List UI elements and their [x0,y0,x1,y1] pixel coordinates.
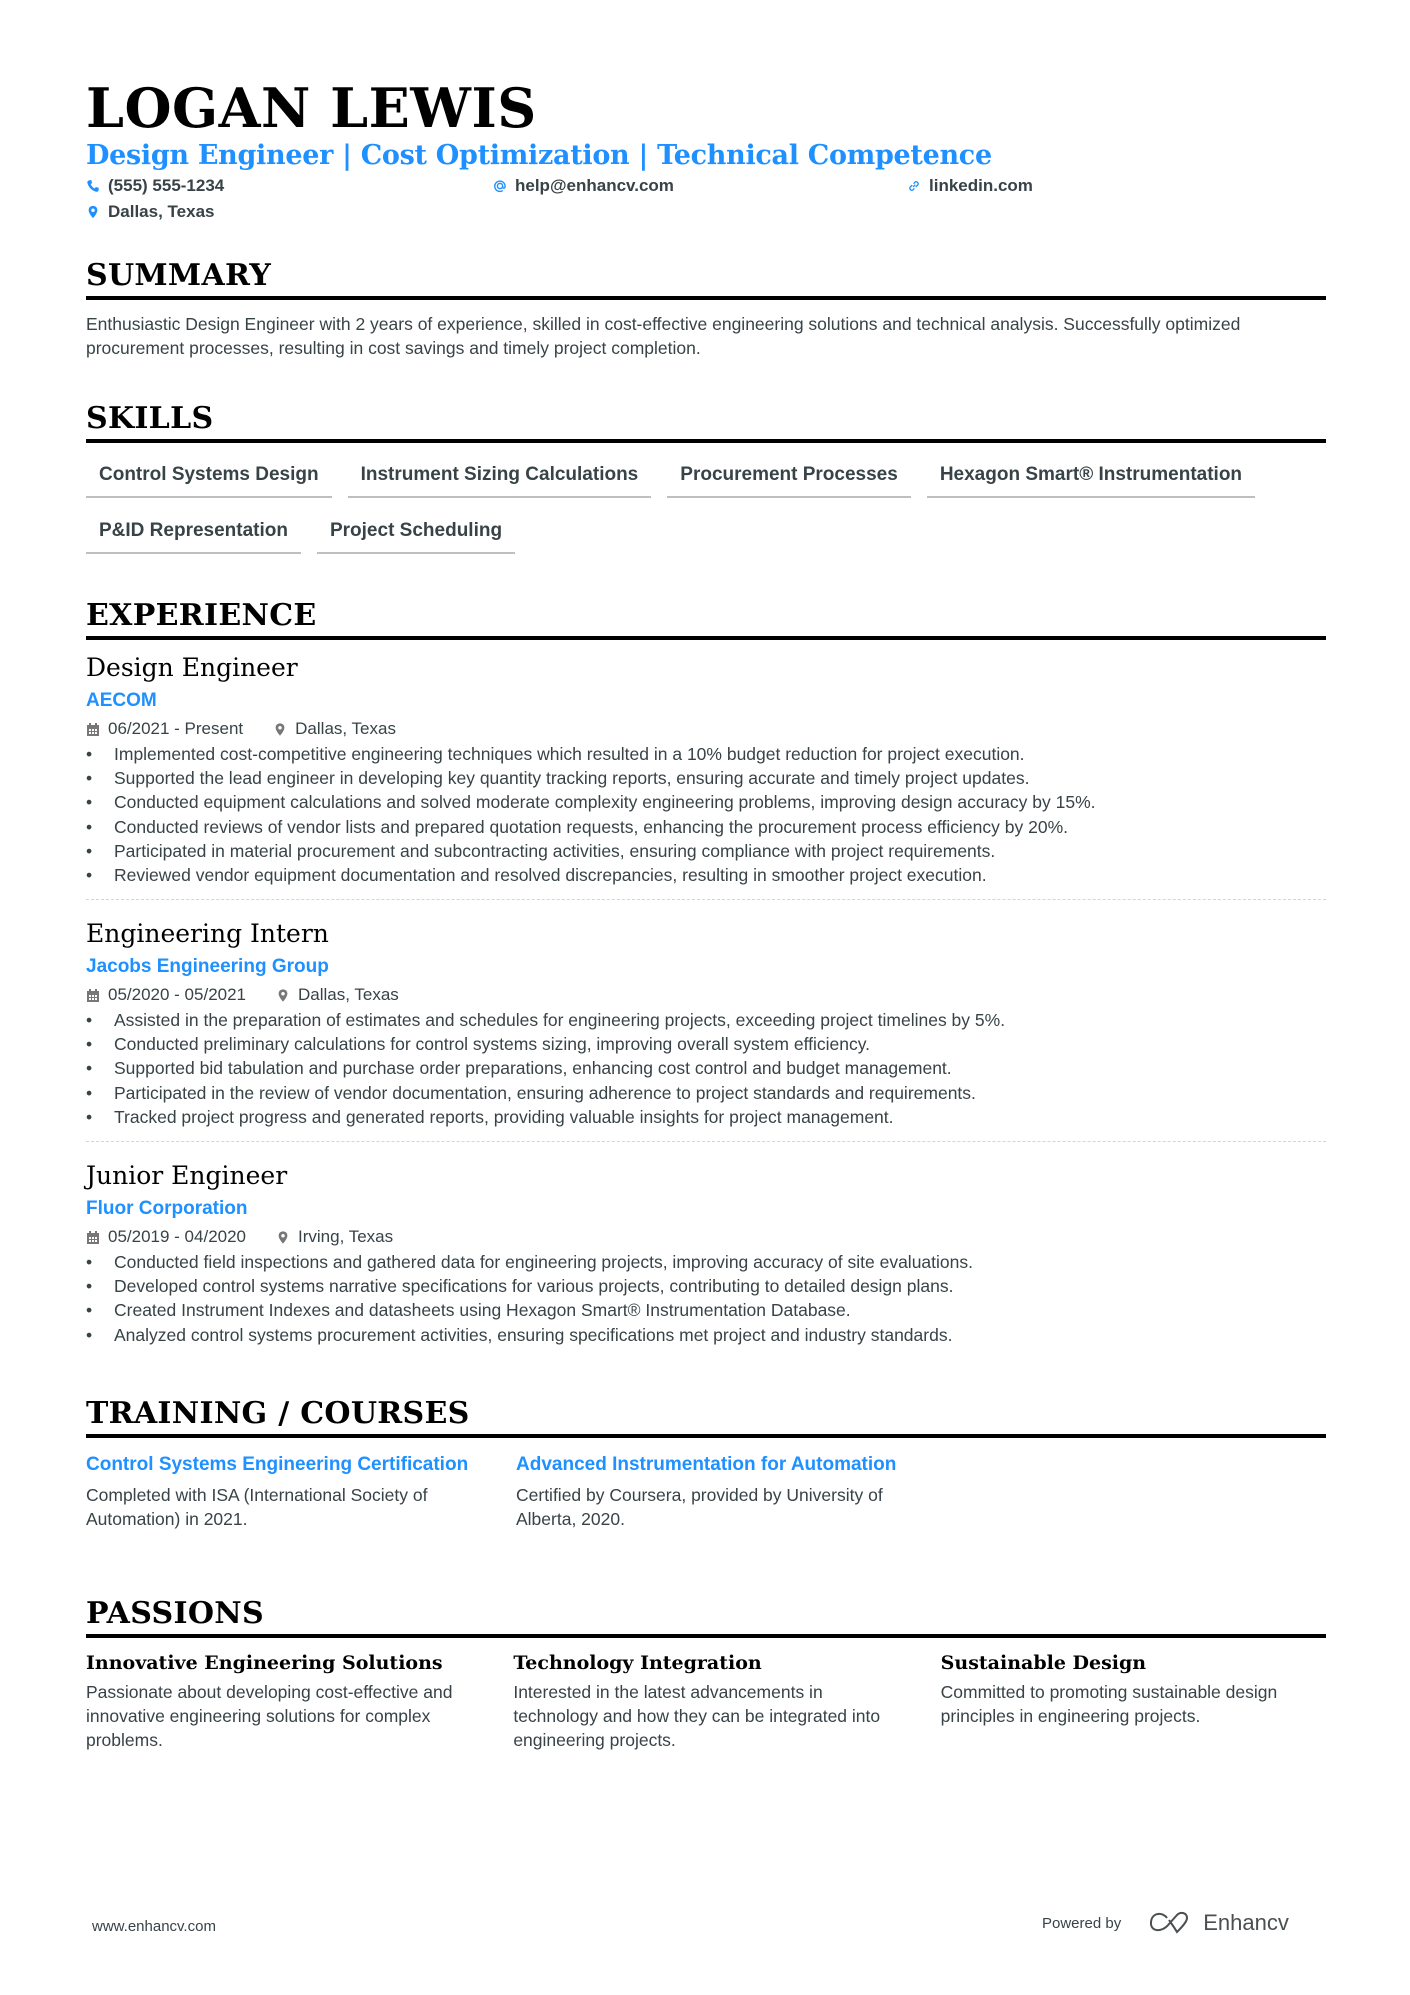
skill-tag: Control Systems Design [86,458,332,498]
calendar-icon [87,722,99,736]
course-title: Advanced Instrumentation for Automation [516,1454,897,1475]
job-bullet: Supported the lead engineer in developin… [86,766,1326,790]
experience-entry: Design Engineer AECOM 06/2021 - Present … [86,652,1326,901]
job-location: Dallas, Texas [298,985,399,1004]
email-text: help@enhancv.com [515,176,674,195]
company-name[interactable]: Jacobs Engineering Group [86,953,1326,981]
course-description: Completed with ISA (International Societ… [86,1485,428,1529]
job-bullets: Conducted field inspections and gathered… [86,1250,1326,1347]
job-meta: 05/2020 - 05/2021 Dallas, Texas [86,983,1326,1007]
section-title-experience: EXPERIENCE [86,598,1326,640]
skill-tag: Hexagon Smart® Instrumentation [926,458,1256,498]
job-bullet: Implemented cost-competitive engineering… [86,742,1326,766]
contact-email[interactable]: help@enhancv.com [493,175,674,197]
map-pin-icon [88,205,98,219]
experience-entry: Junior Engineer Fluor Corporation 05/201… [86,1160,1326,1347]
passions-list: Innovative Engineering Solutions Passion… [86,1650,1326,1752]
course-title: Control Systems Engineering Certificatio… [86,1454,469,1475]
footer-powered-by: Powered by Enhancv [1042,1910,1289,1936]
summary-text: Enthusiastic Design Engineer with 2 year… [86,314,1241,358]
passion-title: Sustainable Design [940,1652,1147,1674]
job-dates: 06/2021 - Present [108,719,244,738]
job-bullet: Conducted reviews of vendor lists and pr… [86,815,1326,839]
job-bullet: Assisted in the preparation of estimates… [86,1008,1326,1032]
entry-divider [86,1141,1326,1143]
job-bullet: Participated in material procurement and… [86,839,1326,863]
passion-description: Committed to promoting sustainable desig… [940,1682,1278,1726]
job-bullet: Participated in the review of vendor doc… [86,1081,1326,1105]
section-title-passions: PASSIONS [86,1596,1326,1638]
passion-title: Innovative Engineering Solutions [86,1652,443,1674]
passion-item: Sustainable Design Committed to promotin… [941,1650,1326,1752]
link-icon [909,181,919,191]
job-bullet: Conducted equipment calculations and sol… [86,790,1326,814]
contact-linkedin[interactable]: linkedin.com [907,175,1033,197]
enhancv-logo-icon [1150,1911,1189,1934]
job-bullet: Tracked project progress and generated r… [86,1105,1326,1129]
company-name[interactable]: AECOM [86,687,1326,715]
section-title-training: TRAINING / COURSES [86,1396,1326,1438]
job-meta: 06/2021 - Present Dallas, Texas [86,717,1326,741]
section-title-summary: SUMMARY [86,258,1326,300]
job-bullet: Developed control systems narrative spec… [86,1274,1326,1298]
phone-text: (555) 555-1234 [108,176,225,195]
skill-tag: Project Scheduling [316,514,516,554]
job-title: Design Engineer [86,653,298,682]
contact-phone[interactable]: (555) 555-1234 [86,175,224,197]
brand-name: Enhancv [1203,1910,1289,1935]
passion-description: Passionate about developing cost-effecti… [86,1682,453,1750]
passion-description: Interested in the latest advancements in… [513,1682,881,1750]
course-description: Certified by Coursera, provided by Unive… [516,1485,883,1529]
map-pin-icon [278,1230,288,1244]
section-title-skills: SKILLS [86,401,1326,443]
linkedin-text: linkedin.com [929,176,1033,195]
job-bullet: Created Instrument Indexes and datasheet… [86,1298,1326,1322]
headline: Design Engineer | Cost Optimization | Te… [86,140,992,171]
passion-title: Technology Integration [513,1652,762,1674]
skill-tag: Instrument Sizing Calculations [347,458,652,498]
job-location: Dallas, Texas [295,719,396,738]
footer-website-link[interactable]: www.enhancv.com [92,1918,216,1935]
courses-list: Control Systems Engineering Certificatio… [86,1452,1326,1531]
experience-entry: Engineering Intern Jacobs Engineering Gr… [86,918,1326,1143]
job-dates: 05/2020 - 05/2021 [108,985,247,1004]
map-pin-icon [275,722,285,736]
job-title: Junior Engineer [86,1161,288,1190]
job-bullets: Implemented cost-competitive engineering… [86,742,1326,887]
passion-item: Technology Integration Interested in the… [513,1650,898,1752]
job-bullet: Analyzed control systems procurement act… [86,1323,1326,1347]
course-item: Advanced Instrumentation for Automation … [516,1452,904,1531]
calendar-icon [87,1230,99,1244]
map-pin-icon [278,988,288,1002]
at-icon [494,180,506,193]
job-meta: 05/2019 - 04/2020 Irving, Texas [86,1225,1326,1249]
candidate-name: LOGAN LEWIS [86,76,537,140]
enhancv-brand[interactable]: Enhancv [1147,1910,1289,1936]
location-text: Dallas, Texas [108,202,215,221]
passion-item: Innovative Engineering Solutions Passion… [86,1650,471,1752]
job-bullet: Reviewed vendor equipment documentation … [86,863,1326,887]
company-name[interactable]: Fluor Corporation [86,1195,1326,1223]
course-item: Control Systems Engineering Certificatio… [86,1452,474,1531]
job-bullet: Conducted field inspections and gathered… [86,1250,1326,1274]
job-location: Irving, Texas [298,1227,394,1246]
skill-tag: Procurement Processes [667,458,911,498]
job-bullet: Supported bid tabulation and purchase or… [86,1056,1326,1080]
job-bullet: Conducted preliminary calculations for c… [86,1032,1326,1056]
job-dates: 05/2019 - 04/2020 [108,1227,247,1246]
phone-icon [87,180,99,192]
entry-divider [86,899,1326,901]
skill-tag: P&ID Representation [86,514,301,554]
powered-by-label: Powered by [1042,1914,1122,1932]
skills-list: Control Systems Design Instrument Sizing… [86,458,1326,554]
job-bullets: Assisted in the preparation of estimates… [86,1008,1326,1129]
contact-location: Dallas, Texas [86,201,214,223]
calendar-icon [87,988,99,1002]
job-title: Engineering Intern [86,919,329,948]
